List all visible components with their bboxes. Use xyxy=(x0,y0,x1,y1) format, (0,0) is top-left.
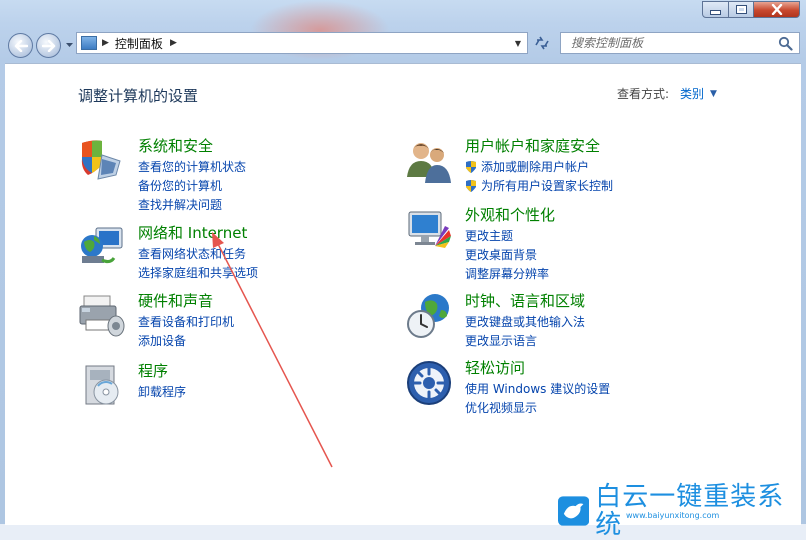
breadcrumb-separator-icon[interactable]: ▶ xyxy=(102,38,109,48)
forward-arrow-icon xyxy=(41,39,55,52)
view-by-label: 查看方式: xyxy=(617,87,670,101)
window-controls xyxy=(702,1,800,19)
link-change-display-language[interactable]: 更改显示语言 xyxy=(465,331,585,350)
maximize-button[interactable] xyxy=(729,1,754,18)
programs-icon[interactable] xyxy=(78,362,126,410)
address-dropdown-button[interactable]: ▼ xyxy=(509,33,527,53)
watermark-url: www.baiyunxitong.com xyxy=(626,511,720,520)
refresh-button[interactable] xyxy=(531,32,553,54)
close-button[interactable] xyxy=(754,1,800,18)
category-title-hardware-sound[interactable]: 硬件和声音 xyxy=(138,290,213,311)
category-title-programs[interactable]: 程序 xyxy=(138,360,168,381)
search-icon[interactable] xyxy=(778,36,793,51)
search-input[interactable] xyxy=(569,35,773,51)
content-pane: 调整计算机的设置 查看方式: 类别 ▼ 系统和安全 查看您的计算机状态 备份您的… xyxy=(5,63,801,525)
category-links: 更改主题 更改桌面背景 调整屏幕分辨率 xyxy=(465,226,549,283)
bird-logo-icon xyxy=(558,496,590,526)
view-by-value[interactable]: 类别 xyxy=(680,85,704,102)
category-title-user-accounts[interactable]: 用户帐户和家庭安全 xyxy=(465,135,600,156)
link-network-status[interactable]: 查看网络状态和任务 xyxy=(138,244,258,263)
hardware-sound-icon[interactable] xyxy=(78,292,126,340)
forward-button[interactable] xyxy=(36,33,61,58)
watermark: 白云一键重装系统 www.baiyunxitong.com xyxy=(558,483,806,539)
link-uninstall-program[interactable]: 卸载程序 xyxy=(138,382,186,401)
minimize-button[interactable] xyxy=(702,1,729,18)
close-icon xyxy=(771,4,782,15)
link-add-device[interactable]: 添加设备 xyxy=(138,331,234,350)
network-icon[interactable] xyxy=(78,224,126,272)
view-by-dropdown[interactable]: 类别 ▼ xyxy=(680,85,717,102)
chevron-down-icon[interactable]: ▼ xyxy=(710,89,717,99)
link-change-theme[interactable]: 更改主题 xyxy=(465,226,549,245)
category-title-system-security[interactable]: 系统和安全 xyxy=(138,135,213,156)
ease-of-access-icon[interactable] xyxy=(405,359,453,407)
refresh-icon xyxy=(535,36,549,50)
category-title-clock-language-region[interactable]: 时钟、语言和区域 xyxy=(465,290,585,311)
user-accounts-icon[interactable] xyxy=(405,137,453,185)
category-links: 查看您的计算机状态 备份您的计算机 查找并解决问题 xyxy=(138,157,246,214)
minimize-icon xyxy=(710,10,721,15)
address-bar[interactable]: ▶ 控制面板 ▶ ▼ xyxy=(76,32,528,54)
category-links: 添加或删除用户帐户 为所有用户设置家长控制 xyxy=(465,157,613,195)
breadcrumb-separator-icon[interactable]: ▶ xyxy=(170,38,177,48)
back-arrow-icon xyxy=(14,39,28,52)
link-optimize-video-display[interactable]: 优化视频显示 xyxy=(465,398,610,417)
chevron-down-icon xyxy=(65,42,73,47)
link-label[interactable]: 添加或删除用户帐户 xyxy=(481,158,589,175)
link-add-remove-accounts[interactable]: 添加或删除用户帐户 xyxy=(465,157,613,176)
search-box[interactable] xyxy=(560,32,800,54)
link-change-desktop-background[interactable]: 更改桌面背景 xyxy=(465,245,549,264)
link-parental-controls[interactable]: 为所有用户设置家长控制 xyxy=(465,176,613,195)
appearance-icon[interactable] xyxy=(405,206,453,254)
link-devices-printers[interactable]: 查看设备和打印机 xyxy=(138,312,234,331)
link-view-computer-status[interactable]: 查看您的计算机状态 xyxy=(138,157,246,176)
control-panel-icon xyxy=(81,36,97,50)
uac-shield-icon xyxy=(466,160,476,173)
recent-pages-dropdown[interactable] xyxy=(64,38,74,52)
category-links: 卸载程序 xyxy=(138,382,186,401)
category-links: 查看设备和打印机 添加设备 xyxy=(138,312,234,350)
link-windows-recommended-settings[interactable]: 使用 Windows 建议的设置 xyxy=(465,379,610,398)
link-adjust-resolution[interactable]: 调整屏幕分辨率 xyxy=(465,264,549,283)
back-button[interactable] xyxy=(8,33,33,58)
clock-globe-icon[interactable] xyxy=(405,292,453,340)
breadcrumb-control-panel[interactable]: 控制面板 xyxy=(115,35,163,52)
link-homegroup-sharing[interactable]: 选择家庭组和共享选项 xyxy=(138,263,258,282)
link-backup-computer[interactable]: 备份您的计算机 xyxy=(138,176,246,195)
link-label[interactable]: 为所有用户设置家长控制 xyxy=(481,177,613,194)
category-title-ease-of-access[interactable]: 轻松访问 xyxy=(465,357,525,378)
category-title-appearance[interactable]: 外观和个性化 xyxy=(465,204,555,225)
category-links: 查看网络状态和任务 选择家庭组和共享选项 xyxy=(138,244,258,282)
link-troubleshoot[interactable]: 查找并解决问题 xyxy=(138,195,246,214)
uac-shield-icon xyxy=(466,179,476,192)
link-change-keyboard[interactable]: 更改键盘或其他输入法 xyxy=(465,312,585,331)
control-panel-window: ▶ 控制面板 ▶ ▼ 调整计算机的设置 查看方式: 类别 ▼ xyxy=(0,0,806,539)
system-security-icon[interactable] xyxy=(78,137,126,185)
page-title: 调整计算机的设置 xyxy=(78,87,199,105)
category-links: 更改键盘或其他输入法 更改显示语言 xyxy=(465,312,585,350)
category-title-network-internet[interactable]: 网络和 Internet xyxy=(138,222,247,243)
category-links: 使用 Windows 建议的设置 优化视频显示 xyxy=(465,379,610,417)
maximize-icon xyxy=(735,5,747,14)
